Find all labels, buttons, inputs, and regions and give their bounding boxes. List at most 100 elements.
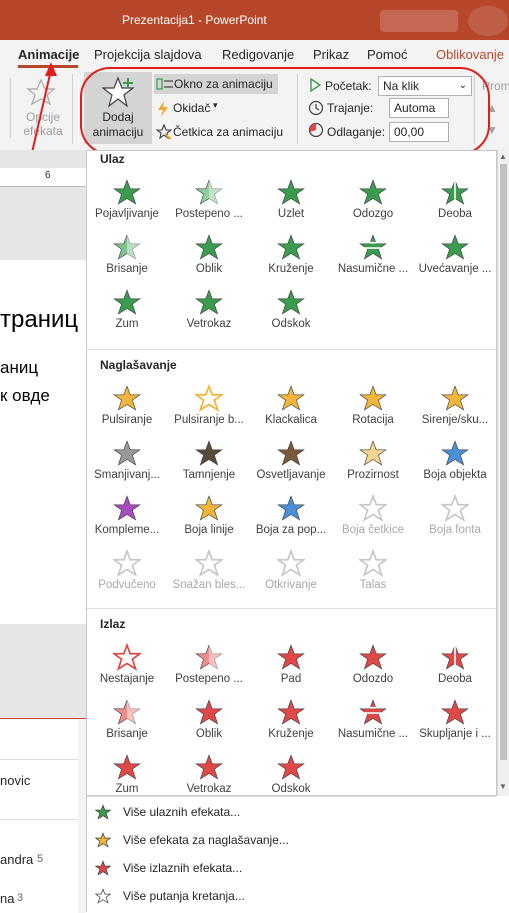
animation-effect-item[interactable]: Odozgo (332, 178, 414, 232)
animation-effect-item[interactable]: Deoba (414, 178, 496, 232)
animation-effect-item[interactable]: Pulsiranje (86, 384, 168, 438)
effect-label: Uzlet (277, 208, 305, 220)
section-divider (87, 608, 496, 609)
effect-label: Boja fonta (429, 524, 481, 536)
animation-effect-item[interactable]: Boja objekta (414, 439, 496, 493)
animation-effect-item[interactable]: Nestajanje (86, 643, 168, 697)
section-header: Izlaz (100, 617, 126, 631)
animation-effect-item[interactable]: Vetrokaz (168, 288, 250, 342)
effect-label: Pad (280, 673, 302, 685)
list-item[interactable]: na (0, 891, 14, 906)
animation-effect-item[interactable]: Klackalica (250, 384, 332, 438)
effect-options-button[interactable]: Opcije efekata (18, 110, 68, 138)
tab-view[interactable]: Prikaz (313, 47, 349, 62)
star-outline-icon (113, 643, 141, 671)
list-item[interactable]: novic (0, 773, 30, 788)
star-icon (195, 699, 223, 725)
star-icon (113, 385, 141, 411)
animation-effect-item[interactable]: Zum (86, 288, 168, 342)
star-lighten-icon (277, 440, 305, 466)
effect-label: Boja za pop... (255, 524, 327, 536)
effect-label: Nasumične ... (337, 263, 409, 275)
animation-effect-item[interactable]: Odskok (250, 288, 332, 342)
effect-label: Brisanje (106, 728, 148, 740)
animation-effect-item[interactable]: Nasumične ... (332, 698, 414, 752)
tab-slide-show[interactable]: Projekcija slajdova (94, 47, 202, 62)
star-bounce-icon (277, 289, 305, 315)
more-effects-item[interactable]: Više putanja kretanja... (95, 888, 395, 905)
animation-effect-item[interactable]: Brisanje (86, 698, 168, 752)
animation-effect-item[interactable]: Oblik (168, 233, 250, 287)
slide[interactable]: траниц аниц к овде (0, 260, 86, 624)
star-objectcolor-icon (441, 440, 469, 466)
tab-format[interactable]: Oblikovanje (436, 47, 504, 62)
animation-effect-item[interactable]: Deoba (414, 643, 496, 697)
animation-effect-item[interactable]: Pulsiranje b... (168, 384, 250, 438)
animation-effect-item[interactable]: Širenje/sku... (414, 384, 496, 438)
gallery-scroll-stub[interactable] (0, 78, 11, 138)
animation-effect-item[interactable]: Smanjivanj... (86, 439, 168, 493)
animation-effect-item[interactable]: Boja za pop... (250, 494, 332, 548)
group-divider (72, 74, 73, 144)
animation-effect-item[interactable]: Talas (332, 549, 414, 603)
effect-label: Podvučeno (98, 579, 156, 591)
divider (87, 796, 496, 797)
slide-body-text: к овде (0, 386, 50, 405)
gallery-scrollbar[interactable]: ▲ ▼ (497, 150, 509, 796)
tab-animations[interactable]: Animacije (18, 47, 79, 62)
animation-effect-item[interactable]: Boja fonta (414, 494, 496, 548)
animation-effect-item[interactable]: Kruženje (250, 698, 332, 752)
star-wipe-icon (113, 698, 141, 726)
effect-label: Tamnjenje (182, 469, 236, 481)
list-item[interactable]: andra (0, 852, 33, 867)
slide-body-text: аниц (0, 358, 39, 377)
animation-effect-item[interactable]: Kompleme... (86, 494, 168, 548)
tab-review[interactable]: Redigovanje (222, 47, 294, 62)
more-effects-label: Više ulaznih efekata... (123, 805, 241, 819)
star-wave-icon (359, 549, 387, 577)
animation-effect-item[interactable]: Pad (250, 643, 332, 697)
effect-label: Pulsiranje b... (174, 414, 244, 426)
section-divider (87, 349, 496, 350)
animation-effect-item[interactable]: Otkrivanje (250, 549, 332, 603)
animation-effect-item[interactable]: Postepeno ... (168, 643, 250, 697)
more-effects-label: Više putanja kretanja... (123, 889, 245, 903)
animation-effect-item[interactable]: Boja linije (168, 494, 250, 548)
scroll-up-icon[interactable]: ▲ (499, 152, 507, 161)
animation-effect-item[interactable]: Prozirnost (332, 439, 414, 493)
animation-effect-item[interactable]: Osvetljavanje (250, 439, 332, 493)
animation-effect-item[interactable]: Nasumične ... (332, 233, 414, 287)
animation-effect-item[interactable]: Brisanje (86, 233, 168, 287)
animation-effect-item[interactable]: Podvučeno (86, 549, 168, 603)
animation-effect-item[interactable]: Kruženje (250, 233, 332, 287)
effect-label: Uvećavanje ... (418, 263, 492, 275)
effect-label: Pojavljivanje (95, 208, 159, 220)
animation-effect-item[interactable]: Tamnjenje (168, 439, 250, 493)
animation-effect-item[interactable]: Snažan bles... (168, 549, 250, 603)
animation-effect-item[interactable]: Rotacija (332, 384, 414, 438)
avatar[interactable] (468, 6, 508, 36)
more-effects-label: Više efekata za naglašavanje... (123, 833, 289, 847)
scroll-thumb[interactable] (500, 164, 507, 760)
animation-effect-item[interactable]: Uzlet (250, 178, 332, 232)
effect-label: Odozgo (352, 208, 394, 220)
animation-effect-item[interactable]: Boja četkice (332, 494, 414, 548)
panel-scrollbar[interactable] (78, 719, 86, 913)
tab-help[interactable]: Pomoć (367, 47, 407, 62)
effect-label: Kruženje (268, 263, 314, 275)
more-effects-item[interactable]: Više ulaznih efekata... (95, 804, 395, 821)
animation-effect-item[interactable]: Pojavljivanje (86, 178, 168, 232)
account-name-blurred[interactable] (380, 10, 458, 32)
animation-effect-item[interactable]: Postepeno ... (168, 178, 250, 232)
star-boldflash-icon (195, 549, 223, 577)
star-icon (277, 179, 305, 205)
animation-effect-item[interactable]: Uvećavanje ... (414, 233, 496, 287)
more-effects-item[interactable]: Više efekata za naglašavanje... (95, 832, 395, 849)
effect-label: Osvetljavanje (256, 469, 326, 481)
animation-effect-item[interactable]: Oblik (168, 698, 250, 752)
scroll-down-icon[interactable]: ▼ (499, 782, 507, 791)
animation-effect-item[interactable]: Skupljanje i ... (414, 698, 496, 752)
more-effects-item[interactable]: Više izlaznih efekata... (95, 860, 395, 877)
animation-effect-item[interactable]: Odozdo (332, 643, 414, 697)
effect-label: Skupljanje i ... (419, 728, 491, 740)
